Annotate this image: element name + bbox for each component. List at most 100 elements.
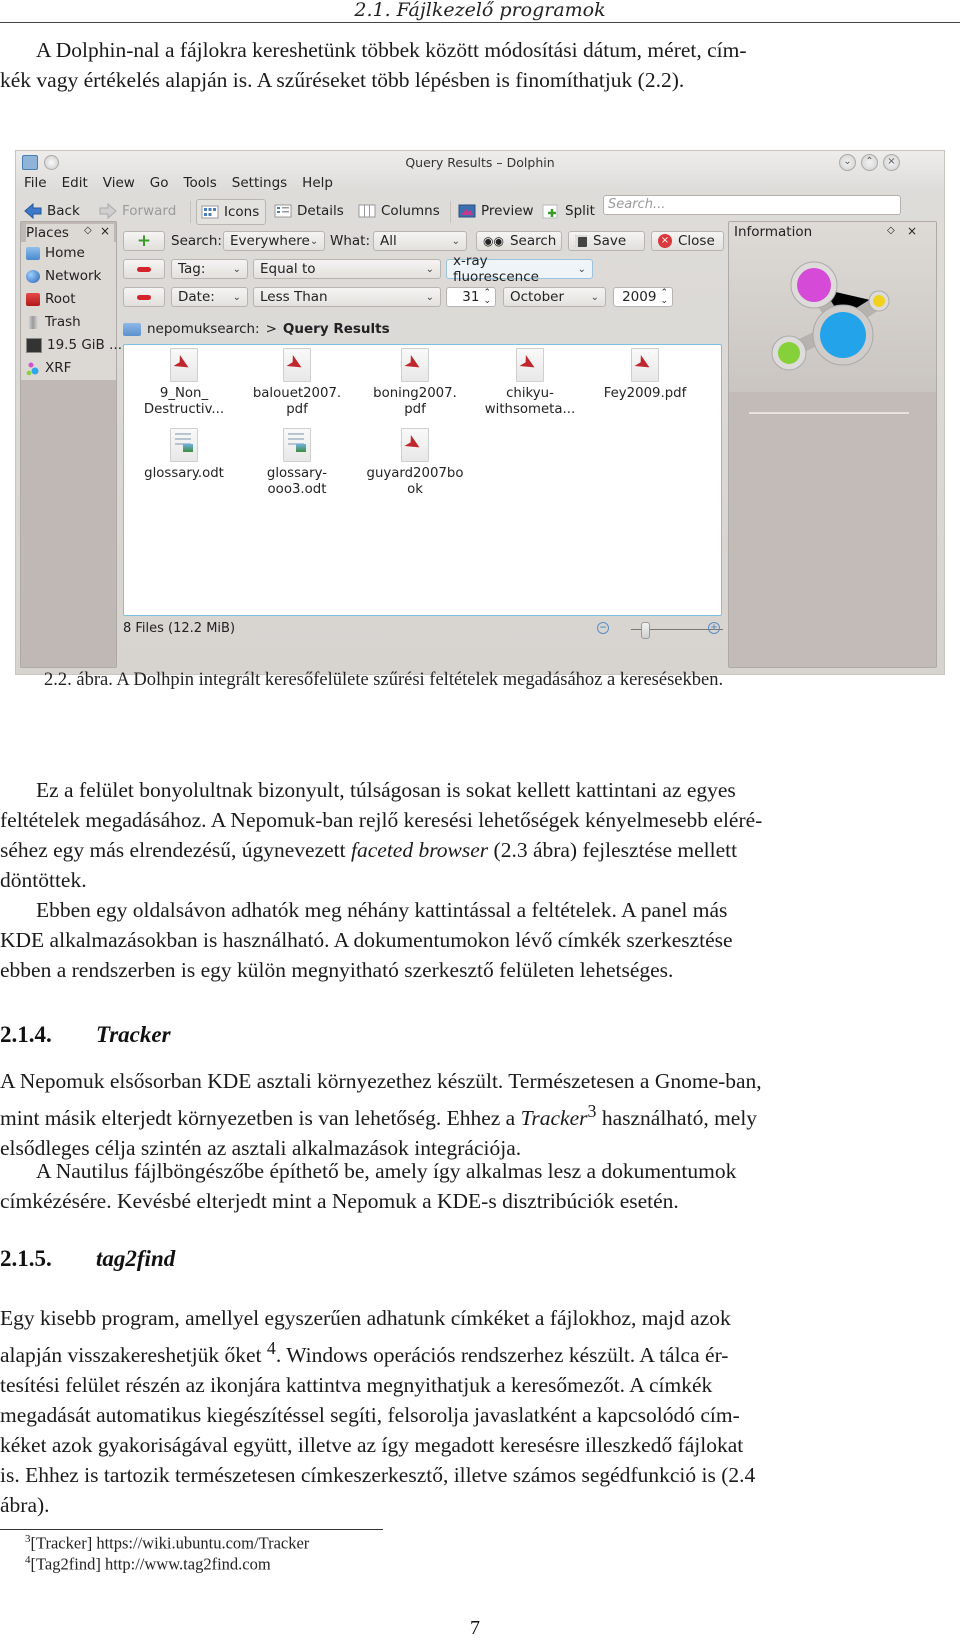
places-list: Home Network Root Trash 19.5 GiB ... XRF [21, 242, 122, 380]
pin-icon[interactable]: ◇ [887, 225, 895, 236]
zoom-slider-handle[interactable] [640, 622, 650, 639]
file-item[interactable]: glossary.odt [129, 428, 239, 482]
zoom-in-icon[interactable]: + [708, 622, 720, 634]
what-label: What: [330, 233, 371, 249]
place-trash[interactable]: Trash [26, 311, 81, 333]
search-scope-value: Everywhere [230, 233, 310, 249]
toolbar-separator [450, 201, 451, 223]
add-filter-button[interactable]: + [123, 231, 165, 251]
details-view-button[interactable]: Details [274, 199, 344, 223]
menu-view[interactable]: View [103, 175, 135, 195]
breadcrumb-root[interactable]: nepomuksearch: [147, 321, 260, 337]
save-search-button[interactable]: Save [568, 231, 645, 251]
tag-operator-select[interactable]: Equal to ⌄ [253, 259, 441, 279]
pdf-file-icon [516, 348, 544, 382]
menu-go[interactable]: Go [150, 175, 169, 195]
text-run: . Windows operációs rendszerhez készült.… [275, 1343, 729, 1368]
forward-button[interactable]: Forward [99, 199, 176, 223]
paragraph: Ez a felület bonyolultnak bizonyult, túl… [0, 775, 956, 895]
text-line: mint másik elterjedt környezetben is van… [0, 1096, 956, 1133]
pdf-file-icon [631, 348, 659, 382]
place-network[interactable]: Network [26, 265, 101, 287]
zoom-out-icon[interactable]: − [597, 622, 609, 634]
date-field-value: Date: [178, 289, 215, 305]
date-operator-select[interactable]: Less Than ⌄ [253, 287, 441, 307]
file-name: ok [407, 482, 423, 497]
close-panel-icon[interactable]: × [907, 224, 917, 238]
footnote: 4[Tag2find] http://www.tag2find.com [25, 1554, 271, 1575]
maximize-icon[interactable]: ⌃ [861, 154, 878, 171]
save-floppy-icon [575, 235, 587, 247]
spin-arrows-icon[interactable]: ⌃ ⌄ [660, 289, 668, 306]
menu-bar: File Edit View Go Tools Settings Help [24, 175, 333, 195]
dolphin-window-screenshot: Query Results – Dolphin ⌄ ⌃ × File Edit … [15, 150, 945, 675]
file-item[interactable]: glossary- ooo3.odt [242, 428, 352, 498]
footnote-text[interactable]: [Tracker] https://wiki.ubuntu.com/Tracke… [31, 1534, 310, 1553]
place-label: XRF [45, 360, 72, 376]
file-item[interactable]: Fey2009.pdf [590, 348, 700, 402]
file-name: withsometa... [484, 402, 576, 417]
chevron-down-icon: ⌄ [425, 291, 434, 303]
menu-edit[interactable]: Edit [62, 175, 88, 195]
file-item[interactable]: chikyu- withsometa... [475, 348, 585, 418]
month-value: October [510, 289, 565, 305]
menu-tools[interactable]: Tools [184, 175, 217, 195]
place-home[interactable]: Home [26, 242, 85, 264]
search-scope-select[interactable]: Everywhere ⌄ [223, 231, 325, 251]
chevron-down-icon: ⌄ [451, 235, 460, 247]
breadcrumb-current[interactable]: Query Results [283, 321, 390, 337]
file-item[interactable]: 9_Non_ Destructiv... [129, 348, 239, 418]
place-drive[interactable]: 19.5 GiB ... [26, 334, 122, 356]
menu-help[interactable]: Help [302, 175, 333, 195]
file-item[interactable]: boning2007. pdf [360, 348, 470, 418]
footnote-text[interactable]: [Tag2find] http://www.tag2find.com [31, 1555, 271, 1574]
remove-tag-filter-button[interactable] [123, 259, 165, 279]
place-root[interactable]: Root [26, 288, 76, 310]
intro-paragraph: A Dolphin-nal a fájlokra kereshetünk töb… [0, 35, 956, 95]
minimize-icon[interactable]: ⌄ [839, 154, 856, 171]
tag-value-select[interactable]: x-ray fluorescence ⌄ [446, 253, 593, 285]
close-icon: × [658, 234, 672, 248]
search-input[interactable]: Search... [603, 195, 901, 215]
close-search-button[interactable]: × Close [651, 231, 724, 251]
file-name: Destructiv... [143, 402, 225, 417]
chevron-down-icon: ⌄ [309, 235, 319, 247]
place-label: Root [45, 291, 76, 307]
paragraph: Ebben egy oldalsávon adhatók meg néhány … [0, 895, 956, 985]
status-text: 8 Files (12.2 MiB) [123, 621, 236, 636]
running-header-text: 2.1. Fájlkezelő programok [354, 0, 606, 21]
date-operator-value: Less Than [260, 289, 328, 305]
date-field-select[interactable]: Date: ⌄ [171, 287, 248, 307]
month-select[interactable]: October ⌄ [503, 287, 606, 307]
split-button[interactable]: Split [542, 199, 595, 223]
back-button[interactable]: Back [24, 199, 80, 223]
footnote-marker[interactable]: 4 [267, 1338, 276, 1358]
pdf-file-icon [170, 348, 198, 382]
menu-file[interactable]: File [24, 175, 47, 195]
paragraph: Egy kisebb program, amellyel egyszerűen … [0, 1303, 956, 1520]
close-panel-icon[interactable]: × [100, 224, 110, 238]
menu-settings[interactable]: Settings [232, 175, 287, 195]
icons-view-button[interactable]: Icons [196, 199, 267, 225]
places-header: Places ◇ × [26, 224, 114, 242]
text-line: séhez egy más elrendezésű, úgynevezett f… [0, 835, 956, 865]
preview-icon [458, 203, 476, 219]
network-globe-icon [26, 269, 40, 283]
file-item[interactable]: guyard2007bo ok [360, 428, 470, 498]
run-search-button[interactable]: ◉◉ Search [476, 231, 562, 251]
close-window-icon[interactable]: × [883, 154, 900, 171]
day-spinbox[interactable]: 31 ⌃ ⌄ [446, 287, 496, 307]
spin-arrows-icon[interactable]: ⌃ ⌄ [483, 289, 491, 306]
search-scope-label: Search: [171, 233, 222, 249]
place-xrf[interactable]: XRF [26, 357, 71, 379]
what-select[interactable]: All ⌄ [373, 231, 467, 251]
year-spinbox[interactable]: 2009 ⌃ ⌄ [613, 287, 673, 307]
running-header: 2.1. Fájlkezelő programok [0, 0, 960, 23]
preview-button[interactable]: Preview [458, 199, 534, 223]
remove-date-filter-button[interactable] [123, 287, 165, 307]
pin-icon[interactable]: ◇ [84, 225, 92, 236]
text-line: Ez a felület bonyolultnak bizonyult, túl… [36, 778, 736, 802]
file-item[interactable]: balouet2007. pdf [242, 348, 352, 418]
tag-field-select[interactable]: Tag: ⌄ [171, 259, 248, 279]
columns-view-button[interactable]: Columns [358, 199, 440, 223]
